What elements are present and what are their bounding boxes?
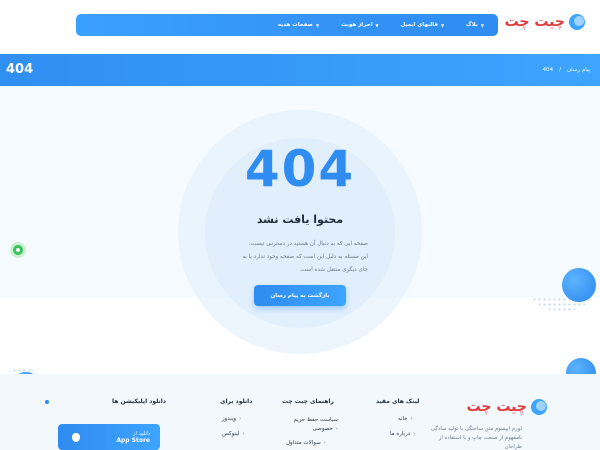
logo-text: چیت چت [504, 14, 565, 30]
site-header: بلاگ ▼ قالبهای ایمیل ▼ احراز هویت ▼ صفحات ه… [0, 0, 600, 52]
footer-logo[interactable]: چیت چت [467, 398, 548, 416]
chevron-left-icon: › [242, 431, 245, 437]
footer-guide-title: راهنمای چیت چت [282, 398, 334, 405]
floating-action-icon[interactable] [10, 242, 26, 258]
footer-download-for-title: دانلود برای [220, 398, 253, 405]
dot-icon [16, 248, 20, 252]
chat-bubble-icon [531, 399, 547, 415]
breadcrumb-separator: / [559, 67, 561, 73]
chevron-left-icon: › [413, 431, 416, 437]
nav-item-blog[interactable]: بلاگ ▼ [466, 22, 484, 28]
chat-bubble-icon [569, 14, 585, 30]
footer-link-faq[interactable]: سوالات متداول › [286, 440, 326, 446]
chevron-left-icon: › [335, 426, 338, 432]
footer-apps-title: دانلود اپلیکیشن ها [112, 398, 166, 405]
nav-item-email-templates[interactable]: قالبهای ایمیل ▼ [401, 22, 445, 28]
chevron-left-icon: › [410, 416, 413, 422]
nav-item-authentication[interactable]: احراز هویت ▼ [341, 22, 378, 28]
decor-ball-right [562, 268, 596, 302]
footer-about-text: لورم ایپسوم متن ساختگی با تولید سادگی نا… [431, 426, 522, 450]
footer-link-windows[interactable]: ویندوز › [222, 416, 241, 422]
app-store-label: دانلود از App Store [116, 431, 150, 444]
app-store-line2: App Store [116, 436, 150, 444]
footer-useful-links-title: لینک های مفید [376, 398, 420, 405]
site-logo[interactable]: چیت چت [505, 13, 586, 31]
error-description: صفحه ایی که به دنبال آن هستید در دسترس ن… [242, 241, 368, 273]
chevron-down-icon: ▼ [316, 22, 320, 28]
nav-item-label: صفحات هدیه [277, 22, 313, 28]
footer-link-label: سوالات متداول [286, 440, 321, 446]
back-to-messenger-button[interactable]: بازگشت به پیام رسان [254, 285, 346, 306]
chevron-down-icon: ▼ [440, 22, 445, 28]
breadcrumb-home-link[interactable]: پیام رسان [567, 67, 590, 73]
chevron-down-icon: ▼ [375, 22, 379, 28]
footer-link-linux[interactable]: لینوکس › [222, 431, 245, 437]
nav-item-label: احراز هویت [341, 22, 373, 28]
nav-item-label: بلاگ [466, 22, 478, 28]
nav-item-gift-pages[interactable]: صفحات هدیه ▼ [278, 22, 319, 28]
footer-link-about[interactable]: درباره ما › [390, 431, 415, 437]
chevron-left-icon: › [239, 416, 242, 422]
nav-item-label: قالبهای ایمیل [400, 22, 438, 28]
app-store-button[interactable]: دانلود از App Store [58, 424, 160, 450]
breadcrumb-bar: 404 پیام رسان / 404 [0, 54, 600, 86]
breadcrumb-page-code: 404 [6, 62, 34, 77]
error-title: محتوا یافت نشد [256, 213, 344, 226]
breadcrumb: پیام رسان / 404 [543, 67, 590, 73]
main-nav: بلاگ ▼ قالبهای ایمیل ▼ احراز هویت ▼ صفحات ه… [76, 14, 498, 36]
footer-link-label: سیاست حفظ حریم خصوصی [293, 417, 338, 432]
error-code: 404 [244, 140, 356, 198]
footer-logo-text: چیت چت [466, 399, 527, 415]
footer-link-privacy[interactable]: سیاست حفظ حریم خصوصی › [276, 416, 338, 434]
chevron-left-icon: › [323, 440, 326, 446]
footer-link-label: ویندوز [222, 416, 237, 422]
apple-icon [72, 432, 80, 442]
footer-link-label: خانه [398, 416, 408, 422]
footer-dot [45, 400, 49, 404]
footer-link-label: درباره ما [390, 431, 411, 437]
breadcrumb-current: 404 [542, 67, 554, 73]
footer-link-label: لینوکس [222, 431, 240, 437]
chevron-down-icon: ▼ [480, 22, 484, 28]
footer-link-home[interactable]: خانه › [398, 416, 413, 422]
